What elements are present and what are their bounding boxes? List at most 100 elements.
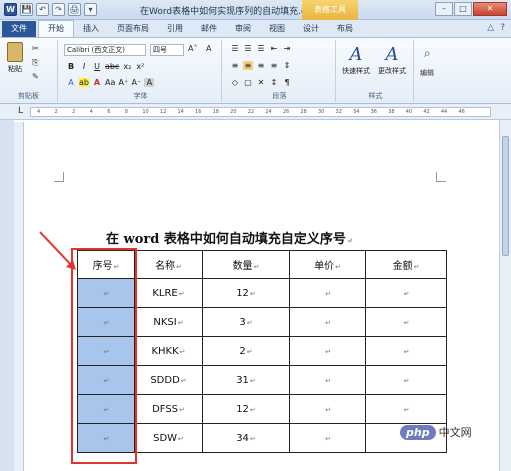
undo-icon[interactable]: ↶	[36, 3, 49, 16]
line-spacing-icon[interactable]: ⇕	[282, 61, 292, 70]
superscript-icon[interactable]: x²	[135, 62, 145, 71]
group-paragraph: ☰ ☰ ☰ ⇤ ⇥ ≡ ≡ ≡ ≡ ⇕ ◇ ▢ ✕ ↕ ¶ 段落	[224, 40, 336, 102]
document-heading[interactable]: 在 word 表格中如何自动填充自定义序号↵	[106, 228, 353, 247]
shading-icon[interactable]: ◇	[230, 78, 240, 87]
quantity-cell[interactable]: 3↵	[202, 307, 290, 337]
justify-icon[interactable]: ≡	[269, 61, 279, 70]
scrollbar-thumb[interactable]	[502, 136, 509, 256]
tab-layout[interactable]: 布局	[328, 21, 362, 37]
tab-review[interactable]: 审阅	[226, 21, 260, 37]
vertical-scrollbar[interactable]	[499, 120, 511, 471]
ruler-tick-label: 16	[195, 109, 202, 115]
bold-icon[interactable]: B	[66, 62, 76, 71]
char-shading-icon[interactable]: A	[144, 78, 155, 87]
name-cell[interactable]: KHKK↵	[134, 336, 203, 366]
quick-styles-button[interactable]: A 快速样式	[340, 44, 372, 76]
quantity-cell[interactable]: 12↵	[202, 394, 290, 424]
copy-icon[interactable]: ⎘	[32, 58, 38, 68]
grow-font-icon[interactable]: A˄	[188, 44, 197, 53]
font-name-select[interactable]: Calibri (西文正文)	[64, 44, 146, 56]
unit-price-cell[interactable]: ↵	[289, 365, 366, 395]
tab-view[interactable]: 视图	[260, 21, 294, 37]
shrink-icon[interactable]: A⁻	[131, 78, 142, 87]
cut-icon[interactable]: ✂	[32, 44, 39, 53]
customize-qa-icon[interactable]: ▾	[84, 3, 97, 16]
tab-selector-icon[interactable]: L	[18, 106, 23, 116]
show-marks-icon[interactable]: ¶	[282, 78, 292, 87]
sort-icon[interactable]: ↕	[269, 78, 279, 87]
amount-cell[interactable]: ↵	[365, 278, 447, 308]
tab-design[interactable]: 设计	[294, 21, 328, 37]
tab-page-layout[interactable]: 页面布局	[108, 21, 158, 37]
save-icon[interactable]: 💾	[20, 3, 33, 16]
header-cell-amount[interactable]: 金额↵	[365, 250, 447, 279]
amount-cell[interactable]: ↵	[365, 336, 447, 366]
quick-styles-label: 快速样式	[342, 67, 370, 75]
unit-price-cell[interactable]: ↵	[289, 423, 366, 453]
horizontal-ruler[interactable]: L 4 2 2 4 6 8 10 12 14 16 18 20 22 24 26 28 30 32 34 36 38 40…	[0, 104, 511, 120]
underline-icon[interactable]: U	[92, 62, 102, 71]
quantity-cell[interactable]: 12↵	[202, 278, 290, 308]
multilevel-icon[interactable]: ☰	[256, 44, 266, 53]
unit-price-cell[interactable]: ↵	[289, 278, 366, 308]
decrease-indent-icon[interactable]: ⇤	[269, 44, 279, 53]
font-color-icon[interactable]: A	[92, 78, 102, 87]
word-app-icon[interactable]: W	[4, 3, 17, 16]
header-cell-unit-price[interactable]: 单价↵	[289, 250, 366, 279]
align-center-icon[interactable]: ≡	[243, 61, 253, 70]
unit-price-cell[interactable]: ↵	[289, 307, 366, 337]
amount-cell[interactable]: ↵	[365, 307, 447, 337]
ribbon-tabs: 文件 开始 插入 页面布局 引用 邮件 审阅 视图 设计 布局 △ ?	[0, 20, 511, 38]
bullets-icon[interactable]: ☰	[230, 44, 240, 53]
name-cell[interactable]: SDDD↵	[134, 365, 203, 395]
change-case-icon[interactable]: Aa	[105, 78, 115, 87]
header-cell-quantity[interactable]: 数量↵	[202, 250, 290, 279]
grow-icon[interactable]: A⁺	[118, 78, 129, 87]
name-cell[interactable]: DFSS↵	[134, 394, 203, 424]
font-size-select[interactable]: 四号	[150, 44, 184, 56]
borders-icon[interactable]: ▢	[243, 78, 253, 87]
minimize-ribbon-icon[interactable]: △	[487, 23, 494, 33]
char-border-icon[interactable]: A	[206, 44, 211, 53]
format-painter-icon[interactable]: ✎	[32, 72, 39, 81]
quantity-cell[interactable]: 2↵	[202, 336, 290, 366]
subscript-icon[interactable]: x₂	[122, 62, 132, 71]
strikethrough-icon[interactable]: abc	[105, 62, 119, 71]
name-cell[interactable]: NKSI↵	[134, 307, 203, 337]
maximize-button[interactable]: □	[454, 2, 472, 16]
minimize-button[interactable]: –	[435, 2, 453, 16]
help-icon[interactable]: ?	[500, 23, 505, 33]
redo-icon[interactable]: ↷	[52, 3, 65, 16]
quantity-cell[interactable]: 31↵	[202, 365, 290, 395]
group-editing[interactable]: ⌕ 编辑	[416, 40, 446, 102]
align-right-icon[interactable]: ≡	[256, 61, 266, 70]
document-page[interactable]: 在 word 表格中如何自动填充自定义序号↵ 序号↵ 名称↵ 数量↵ 单价↵ 金…	[26, 120, 498, 471]
increase-indent-icon[interactable]: ⇥	[282, 44, 292, 53]
font-color-row: A ab A Aa A⁺ A⁻ A	[66, 78, 155, 87]
tab-insert[interactable]: 插入	[74, 21, 108, 37]
quantity-cell[interactable]: 34↵	[202, 423, 290, 453]
ruler-tick-label: 14	[177, 109, 184, 115]
tab-mailings[interactable]: 邮件	[192, 21, 226, 37]
italic-icon[interactable]: I	[79, 62, 89, 71]
align-left-icon[interactable]: ≡	[230, 61, 240, 70]
chinese-layout-icon[interactable]: ✕	[256, 78, 266, 87]
name-cell[interactable]: SDW↵	[134, 423, 203, 453]
numbering-icon[interactable]: ☰	[243, 44, 253, 53]
unit-price-cell[interactable]: ↵	[289, 394, 366, 424]
close-button[interactable]: ✕	[473, 2, 507, 16]
amount-cell[interactable]: ↵	[365, 365, 447, 395]
paste-button[interactable]: 粘贴	[5, 42, 25, 73]
change-styles-button[interactable]: A 更改样式	[376, 44, 408, 76]
text-effect-icon[interactable]: A	[66, 78, 76, 87]
print-preview-icon[interactable]: 🖨	[68, 3, 81, 16]
unit-price-cell[interactable]: ↵	[289, 336, 366, 366]
tab-file[interactable]: 文件	[2, 21, 36, 37]
header-cell-name[interactable]: 名称↵	[134, 250, 203, 279]
highlight-icon[interactable]: ab	[79, 78, 89, 87]
tab-references[interactable]: 引用	[158, 21, 192, 37]
tab-home[interactable]: 开始	[38, 20, 74, 37]
vertical-ruler[interactable]	[14, 122, 24, 471]
name-cell[interactable]: KLRE↵	[134, 278, 203, 308]
amount-cell[interactable]: ↵	[365, 394, 447, 424]
